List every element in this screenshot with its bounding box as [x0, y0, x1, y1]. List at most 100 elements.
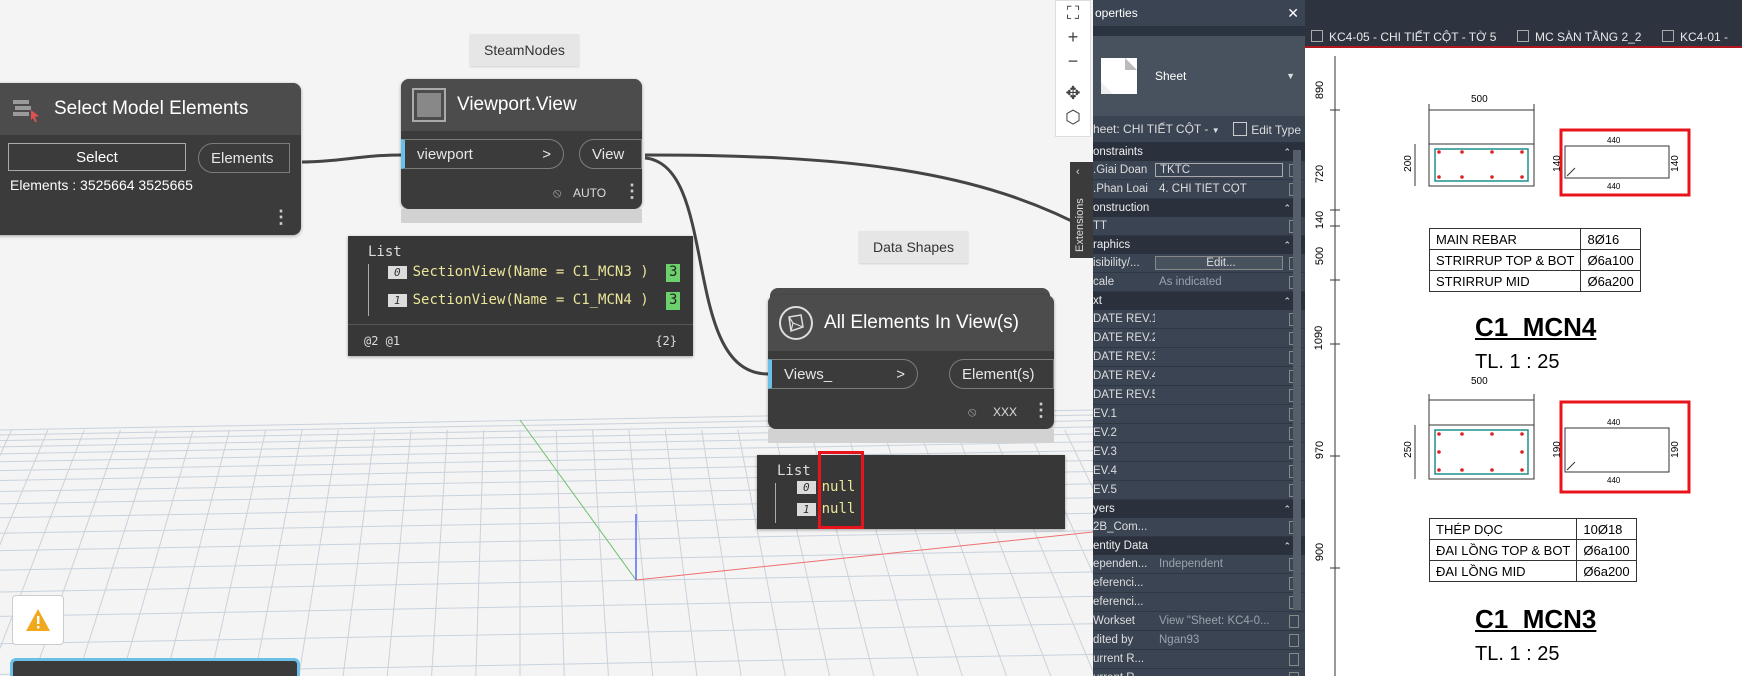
group-label-steamnodes[interactable]: SteamNodes: [470, 34, 579, 66]
property-section-header[interactable]: onstruction ⌃: [1093, 199, 1305, 217]
dynamo-canvas[interactable]: SteamNodes Data Shapes Select Model Elem…: [0, 0, 1093, 676]
panel-title: operties: [1095, 6, 1138, 20]
watch-tree-line: [368, 264, 369, 316]
node-title: All Elements In View(s): [824, 312, 1019, 333]
type-selector[interactable]: Sheet ▼: [1093, 36, 1305, 116]
property-row[interactable]: urrent R...: [1093, 650, 1305, 669]
property-section-header[interactable]: raphics ⌃: [1093, 236, 1305, 254]
section-scale: TL. 1 : 25: [1475, 643, 1560, 665]
property-row[interactable]: 2B_Com...: [1093, 518, 1305, 537]
property-row[interactable]: dited by Ngan93: [1093, 631, 1305, 650]
watch-header: List: [777, 463, 811, 479]
output-port-view[interactable]: View: [579, 139, 642, 169]
dim-width: 500: [1471, 376, 1488, 387]
property-row[interactable]: eferenci...: [1093, 574, 1305, 593]
section-icon: [1517, 30, 1529, 42]
sheet-icon: [1101, 58, 1137, 94]
tab-kc4-05[interactable]: KC4-05 - CHI TIẾT CỘT - TỜ 5: [1311, 30, 1496, 44]
section-c1-mcn4: [1414, 104, 1691, 197]
list-count: {2}: [655, 334, 677, 348]
input-port-viewport[interactable]: viewport >: [401, 139, 564, 169]
watch-preview-elements[interactable]: List 0 null 1 null: [757, 455, 1065, 529]
sheet-icon: [1311, 30, 1323, 42]
section-scale: TL. 1 : 25: [1475, 351, 1560, 373]
property-row[interactable]: DATE REV.3: [1093, 348, 1305, 367]
elevation-label: 900: [1314, 542, 1327, 562]
zoom-in-icon[interactable]: +: [1058, 25, 1088, 49]
select-button[interactable]: Select: [8, 143, 186, 171]
collapse-icon: ⌃: [1283, 540, 1291, 551]
zoom-controls: ⛶ + − ✥ ⬡: [1055, 0, 1091, 137]
input-port-views[interactable]: Views_ >: [768, 359, 918, 389]
node-title: Select Model Elements: [54, 98, 249, 119]
node-menu-icon[interactable]: ⋮: [623, 181, 641, 202]
property-row[interactable]: DATE REV.1: [1093, 310, 1305, 329]
chevron-right-icon: >: [896, 365, 905, 383]
node-menu-icon[interactable]: ⋮: [1032, 400, 1050, 421]
extensions-tab[interactable]: ‹ Extensions: [1070, 162, 1093, 258]
property-section-header[interactable]: xt ⌃: [1093, 292, 1305, 310]
list-levels: @2 @1: [364, 334, 401, 348]
pan-icon[interactable]: ✥: [1058, 81, 1088, 105]
tab-kc4-01[interactable]: KC4-01 -: [1662, 30, 1728, 44]
collapse-icon: ⌃: [1283, 202, 1291, 213]
rebar-table-mcn4: MAIN REBAR 8Ø16 STRIRRUP TOP & BOT Ø6a100 …: [1428, 228, 1641, 292]
preview-hidden-icon[interactable]: ⦸: [968, 404, 976, 420]
dim-height: 250: [1402, 441, 1414, 458]
axis-y: [519, 419, 637, 581]
item-tag: 3: [666, 292, 681, 310]
fit-view-icon[interactable]: ⛶: [1058, 1, 1088, 25]
property-row[interactable]: EV.3: [1093, 443, 1305, 462]
property-row[interactable]: Workset View "Sheet: KC4-0...: [1093, 612, 1305, 631]
chevron-right-icon: >: [542, 145, 551, 163]
property-row[interactable]: DATE REV.5: [1093, 386, 1305, 405]
property-section-header[interactable]: onstraints ⌃: [1093, 143, 1305, 161]
property-row[interactable]: EV.2: [1093, 424, 1305, 443]
dim-stirrup-left: 190: [1551, 441, 1563, 458]
table-row: ĐAI LỒNG MID Ø6a200: [1428, 560, 1637, 582]
node-menu-icon[interactable]: ⋮: [272, 207, 290, 228]
list-item: 0 SectionView(Name = C1_MCN3 ): [388, 264, 649, 280]
viewport-view-node[interactable]: Viewport.View viewport > View ⦸ AUTO ⋮: [401, 79, 642, 209]
node-title: Viewport.View: [457, 94, 577, 115]
property-section-header[interactable]: entity Data ⌃: [1093, 537, 1305, 555]
watch-preview-viewport[interactable]: List 0 SectionView(Name = C1_MCN3 ) 1 Sect…: [348, 236, 693, 356]
property-section-header[interactable]: yers ⌃: [1093, 500, 1305, 518]
watch-header: List: [368, 244, 402, 260]
select-model-elements-node[interactable]: Select Model Elements Select Elements El…: [0, 83, 301, 235]
wire-select-to-viewport: [301, 153, 403, 164]
edit-type-button[interactable]: Edit Type: [1233, 121, 1301, 137]
dim-stirrup-bottom: 440: [1607, 476, 1621, 485]
property-row[interactable]: EV.5: [1093, 481, 1305, 500]
watch-footer: @2 @1 {2}: [348, 324, 693, 357]
property-row[interactable]: isibility/... Edit...: [1093, 254, 1305, 273]
property-row[interactable]: EV.4: [1093, 462, 1305, 481]
property-row[interactable]: .Phan Loai 4. CHI TIẾT CỘT: [1093, 180, 1305, 199]
all-elements-in-views-node[interactable]: All Elements In View(s) Views_ > Element…: [768, 295, 1054, 429]
port-label: Views_: [784, 365, 833, 383]
group-label-datashapes[interactable]: Data Shapes: [859, 231, 968, 263]
preview-hidden-icon[interactable]: ⦸: [553, 185, 561, 201]
property-row[interactable]: EV.1: [1093, 405, 1305, 424]
close-icon[interactable]: ✕: [1287, 5, 1299, 22]
tab-mc-san-tang[interactable]: MC SÀN TẦNG 2_2: [1517, 30, 1641, 44]
elevation-label: 1090: [1313, 325, 1326, 351]
zoom-out-icon[interactable]: −: [1058, 49, 1088, 73]
scrollbar[interactable]: [1293, 150, 1301, 610]
property-row[interactable]: ependen... Independent: [1093, 555, 1305, 574]
drawing-area[interactable]: KC4-05 - CHI TIẾT CỘT - TỜ 5 MC SÀN TẦNG…: [1305, 0, 1742, 676]
property-row[interactable]: TT: [1093, 217, 1305, 236]
warning-button[interactable]: [12, 595, 64, 645]
orbit-icon[interactable]: ⬡: [1058, 105, 1088, 129]
property-row[interactable]: .Giai Doan TKTC: [1093, 161, 1305, 180]
property-row[interactable]: DATE REV.4: [1093, 367, 1305, 386]
property-row[interactable]: eferenci...: [1093, 593, 1305, 612]
instance-selector[interactable]: heet: CHI TIẾT CỘT - ▼: [1093, 122, 1220, 136]
property-row[interactable]: urrent R...: [1093, 669, 1305, 676]
property-row[interactable]: cale As indicated: [1093, 273, 1305, 292]
output-port-elements[interactable]: Elements: [198, 143, 290, 173]
elevation-label: 500: [1314, 246, 1327, 266]
bottom-panel[interactable]: [10, 658, 300, 676]
output-port-elements[interactable]: Element(s): [949, 359, 1054, 389]
property-row[interactable]: DATE REV.2: [1093, 329, 1305, 348]
